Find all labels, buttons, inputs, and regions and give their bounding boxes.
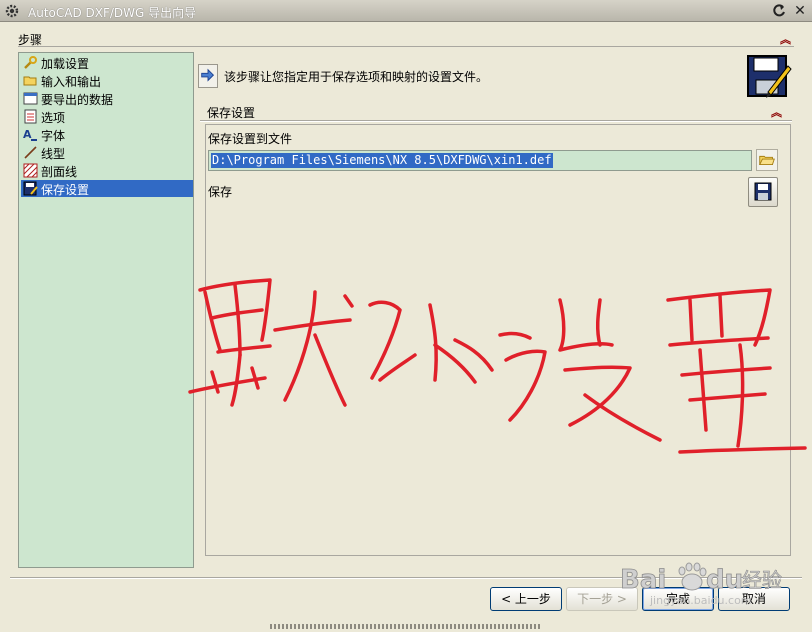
step-item-data-to-export[interactable]: 要导出的数据: [21, 90, 193, 107]
arrow-right-icon: [201, 68, 215, 82]
step-item-save-settings[interactable]: 保存设置: [21, 180, 193, 197]
floppy-disk-icon: [754, 182, 772, 201]
folder-open-icon: [23, 76, 37, 86]
step-label: 要导出的数据: [41, 93, 114, 107]
browse-button[interactable]: [756, 149, 778, 171]
step-item-input-output[interactable]: 输入和输出: [21, 72, 193, 89]
step-item-linetype[interactable]: 线型: [21, 144, 193, 161]
step-indicator-arrow: [198, 64, 218, 88]
step-label: 剖面线: [41, 165, 78, 179]
font-icon: A: [23, 128, 37, 141]
step-item-load-settings[interactable]: 加载设置: [21, 54, 193, 71]
section-collapse-icon[interactable]: ︽: [771, 104, 782, 120]
step-label: 加载设置: [41, 57, 90, 71]
resize-grip[interactable]: [270, 624, 542, 629]
back-arrow-icon[interactable]: [771, 3, 787, 19]
watermark-suffix: 经验: [742, 568, 782, 592]
collapse-icon[interactable]: ︽: [780, 31, 791, 47]
save-settings-large-icon: [747, 55, 792, 98]
step-item-options[interactable]: 选项: [21, 108, 193, 125]
save-label: 保存: [208, 185, 233, 199]
close-button[interactable]: ✕: [792, 3, 808, 19]
wrench-icon: [24, 56, 37, 69]
folder-open-icon: [758, 155, 775, 165]
watermark-url: jingyan.baidu.com: [649, 594, 752, 607]
step-item-font[interactable]: A 字体: [21, 126, 193, 143]
step-label: 输入和输出: [41, 75, 102, 89]
step-label: 字体: [41, 129, 66, 143]
step-item-hatch[interactable]: 剖面线: [21, 162, 193, 179]
hatch-icon: [23, 163, 38, 178]
line-icon: [24, 146, 37, 159]
watermark-brand-tail: du: [706, 565, 743, 595]
gear-icon: [5, 4, 19, 18]
back-button[interactable]: < 上一步: [490, 587, 562, 611]
section-content: [205, 124, 791, 556]
title-bar: AutoCAD DXF/DWG 导出向导 ✕: [0, 0, 812, 22]
divider: [18, 46, 794, 47]
step-label: 保存设置: [41, 183, 90, 197]
file-path-label: 保存设置到文件: [208, 132, 293, 146]
data-window-icon: [23, 92, 38, 105]
save-pencil-icon: [23, 181, 38, 196]
save-button[interactable]: [748, 177, 778, 207]
step-label: 选项: [41, 111, 66, 125]
window-title: AutoCAD DXF/DWG 导出向导: [28, 6, 197, 20]
checklist-icon: [24, 109, 37, 124]
file-path-value: D:\Program Files\Siemens\NX 8.5\DXFDWG\x…: [211, 153, 553, 168]
steps-panel: 加载设置 输入和输出 要导出的数据 选项 A 字体 线型 剖面线 保存设置: [18, 52, 194, 568]
watermark-brand: Bai: [620, 565, 666, 595]
divider: [200, 120, 792, 122]
baidu-watermark: Bai du 经验 jingyan.baidu.com: [606, 560, 806, 610]
step-label: 线型: [41, 147, 66, 161]
settings-file-path-input[interactable]: D:\Program Files\Siemens\NX 8.5\DXFDWG\x…: [208, 150, 752, 171]
baidu-paw-logo-icon: Bai du 经验 jingyan.baidu.com: [620, 562, 782, 607]
section-title: 保存设置: [207, 106, 256, 120]
svg-text:A: A: [23, 128, 32, 141]
step-instruction: 该步骤让您指定用于保存选项和映射的设置文件。: [224, 70, 489, 84]
